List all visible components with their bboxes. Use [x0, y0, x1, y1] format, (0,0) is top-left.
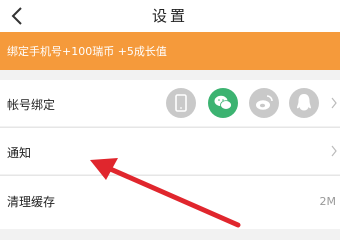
notification-row[interactable]: 通知 — [0, 128, 340, 174]
chevron-right-icon — [331, 145, 337, 157]
section-gap — [0, 70, 340, 80]
phone-icon[interactable] — [166, 88, 196, 118]
banner-text: 绑定手机号+100瑞币 +5成长值 — [7, 45, 167, 58]
account-binding-row[interactable]: 帐号绑定 — [0, 80, 340, 126]
chevron-right-icon — [331, 97, 337, 109]
weibo-icon[interactable] — [249, 88, 279, 118]
cache-size-value: 2M — [319, 195, 337, 208]
clear-cache-row[interactable]: 清理缓存 2M — [0, 176, 340, 229]
wechat-icon[interactable] — [208, 88, 238, 118]
bind-phone-banner[interactable]: 绑定手机号+100瑞币 +5成长值 — [0, 32, 340, 70]
page-title: 设置 — [151, 7, 188, 25]
nav-bar: 设置 — [0, 0, 340, 32]
qq-icon[interactable] — [289, 88, 319, 118]
account-binding-label: 帐号绑定 — [7, 98, 56, 112]
notification-label: 通知 — [7, 146, 32, 160]
clear-cache-label: 清理缓存 — [7, 195, 56, 209]
